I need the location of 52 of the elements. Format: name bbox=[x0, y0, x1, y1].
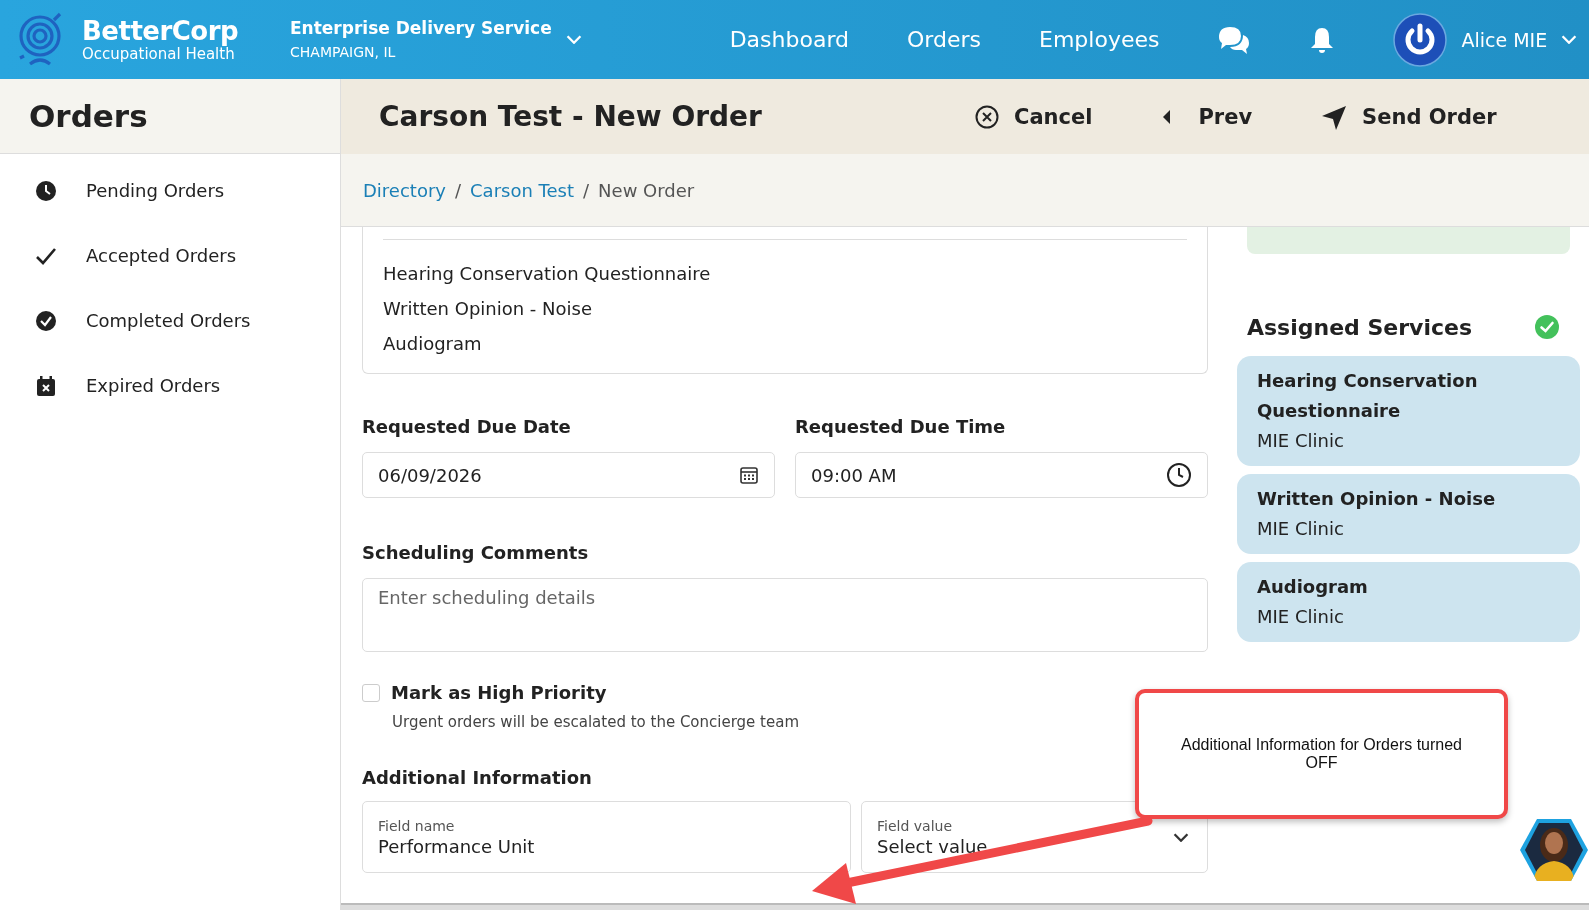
field-label: Scheduling Comments bbox=[362, 541, 590, 565]
breadcrumb-separator: / bbox=[454, 179, 462, 201]
sidebar-title: Orders bbox=[29, 98, 148, 134]
service-name: Hearing Conservation Questionnaire bbox=[383, 262, 712, 286]
chevron-down-icon bbox=[565, 35, 582, 44]
date-field[interactable]: 06/09/2026 bbox=[362, 452, 775, 498]
page-title: Carson Test - New Order bbox=[379, 100, 763, 133]
chat-icon[interactable] bbox=[1217, 24, 1252, 55]
provider-name: MIE Clinic bbox=[1257, 605, 1345, 629]
time-field[interactable]: 09:00 AM bbox=[795, 452, 1208, 498]
breadcrumb-current: New Order bbox=[598, 179, 695, 201]
check-circle-icon bbox=[35, 309, 57, 332]
service-name: Audiogram bbox=[1257, 575, 1369, 599]
checkbox-label: Mark as High Priority bbox=[391, 682, 607, 703]
service-name: Written Opinion - Noise bbox=[1257, 487, 1497, 511]
input-field[interactable]: Field name Performance Unit bbox=[362, 801, 851, 873]
section-title: Additional Information bbox=[362, 766, 593, 790]
sidebar-item[interactable]: Accepted Orders bbox=[86, 245, 237, 266]
checkbox[interactable] bbox=[362, 683, 380, 702]
chevron-down-icon bbox=[1173, 832, 1189, 842]
sidebar-item[interactable]: Pending Orders bbox=[86, 180, 225, 201]
breadcrumb-separator: / bbox=[583, 179, 590, 201]
field-label: Requested Due Date bbox=[362, 415, 572, 439]
section-title: Assigned Services bbox=[1247, 314, 1473, 340]
clock-icon bbox=[35, 179, 57, 202]
provider-name: MIE Clinic bbox=[1257, 517, 1345, 541]
cancel-icon bbox=[974, 103, 1000, 130]
comments-field[interactable]: Enter scheduling details bbox=[362, 578, 1208, 652]
sidebar-item[interactable]: Expired Orders bbox=[86, 375, 221, 396]
field-label: Requested Due Time bbox=[795, 415, 1007, 439]
bell-icon[interactable] bbox=[1309, 25, 1336, 54]
service-name: Written Opinion - Noise bbox=[383, 297, 593, 321]
provider-name: MIE Clinic bbox=[1257, 429, 1345, 453]
send-button[interactable]: Send Order bbox=[1320, 103, 1497, 130]
brand-name: BetterCorp bbox=[82, 16, 239, 45]
prev-button[interactable]: Prev bbox=[1160, 103, 1253, 130]
hint-text: Urgent orders will be escalated to the Concierge team bbox=[392, 713, 800, 731]
breadcrumb-link[interactable]: Carson Test bbox=[470, 179, 574, 201]
calendar-x-icon bbox=[35, 374, 57, 397]
chevron-down-icon bbox=[1561, 35, 1578, 44]
calendar-icon[interactable] bbox=[739, 465, 759, 485]
sidebar-item[interactable]: Completed Orders bbox=[86, 310, 251, 331]
send-icon bbox=[1320, 103, 1349, 130]
clock-icon[interactable] bbox=[1166, 462, 1192, 488]
power-icon bbox=[1393, 12, 1448, 67]
breadcrumb-link[interactable]: Directory bbox=[363, 179, 446, 201]
user-menu[interactable]: Alice MIE bbox=[1393, 12, 1578, 67]
service-name: Audiogram bbox=[383, 332, 483, 356]
service-name: Hearing Conservation Questionnaire bbox=[1257, 369, 1479, 423]
callout-text: Additional Information for Orders turned OFF bbox=[1180, 736, 1463, 772]
logo-icon bbox=[18, 11, 64, 68]
cancel-button[interactable]: Cancel bbox=[974, 103, 1093, 130]
